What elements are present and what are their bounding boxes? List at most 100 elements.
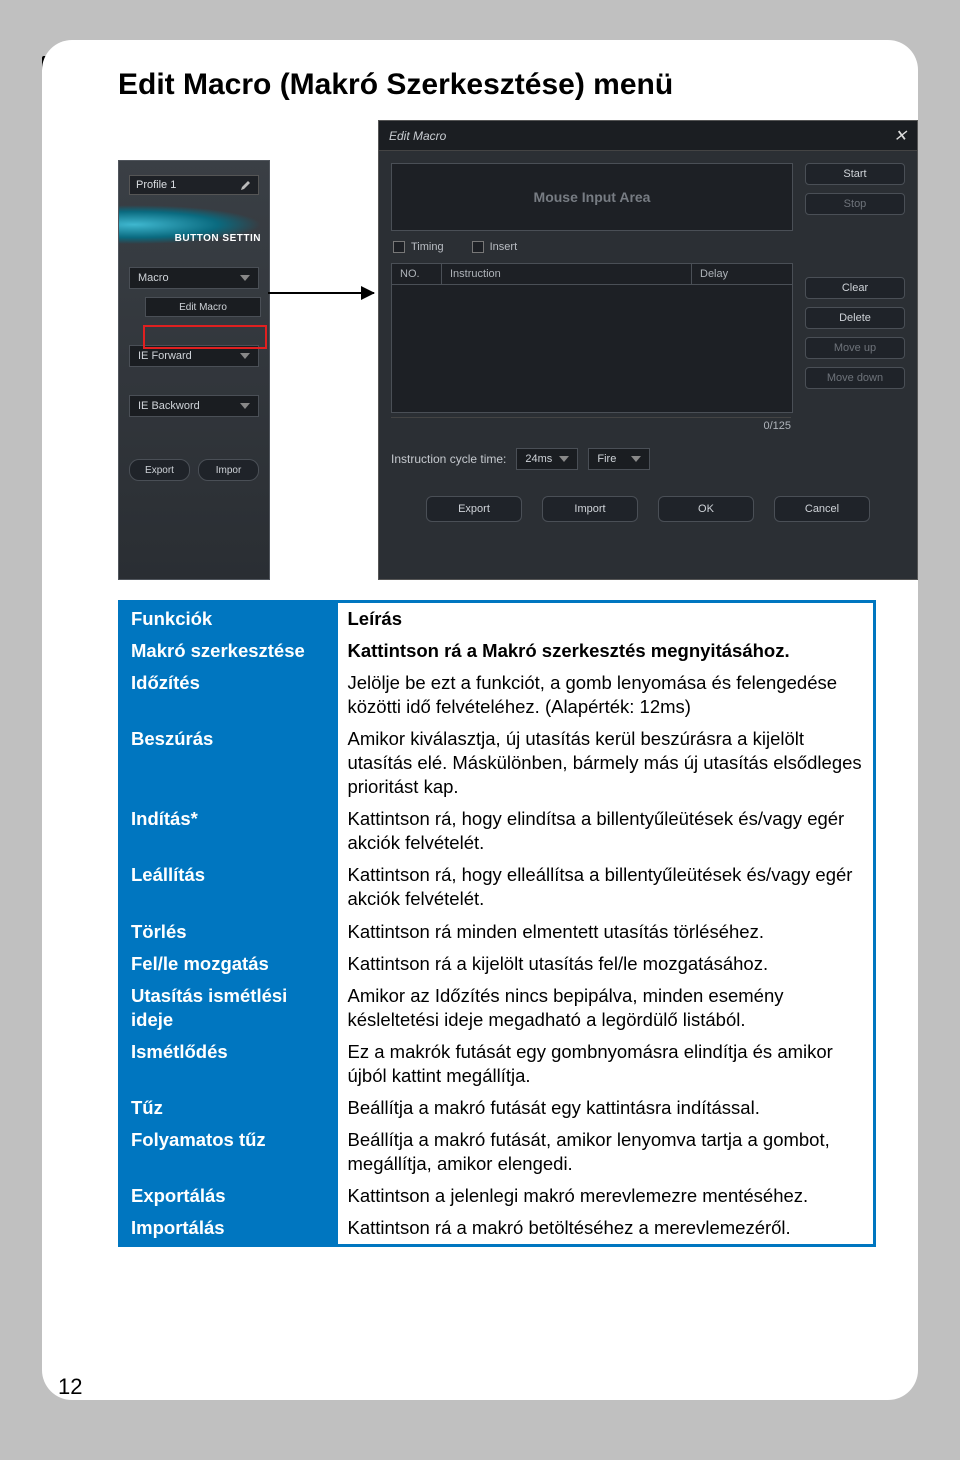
cycle-time-label: Instruction cycle time:	[391, 452, 506, 466]
table-row: Folyamatos tűzBeállítja a makró futását,…	[120, 1124, 875, 1180]
desc-cell: Jelölje be ezt a funkciót, a gomb lenyom…	[338, 667, 875, 723]
chevron-down-icon	[559, 456, 569, 462]
stop-button[interactable]: Stop	[805, 193, 905, 215]
func-cell: Tűz	[120, 1092, 338, 1124]
close-icon[interactable]: ✕	[894, 126, 907, 146]
table-row: TörlésKattintson rá minden elmentett uta…	[120, 916, 875, 948]
ie-forward-label: IE Forward	[138, 350, 192, 362]
desc-cell: Ez a makrók futását egy gombnyomásra eli…	[338, 1036, 875, 1092]
button-setting-banner: BUTTON SETTIN	[119, 203, 269, 257]
edit-macro-dialog: Edit Macro ✕ Mouse Input Area Timing Ins…	[378, 120, 918, 580]
col-delay: Delay	[692, 264, 792, 284]
profile-selector[interactable]: Profile 1	[129, 175, 259, 195]
desc-cell: Kattintson rá a kijelölt utasítás fel/le…	[338, 948, 875, 980]
dialog-title: Edit Macro	[389, 129, 446, 143]
header-func: Funkciók	[120, 602, 338, 636]
func-cell: Leállítás	[120, 859, 338, 915]
table-row: Makró szerkesztéseKattintson rá a Makró …	[120, 635, 875, 667]
func-cell: Fel/le mozgatás	[120, 948, 338, 980]
arrow-indicator	[268, 292, 374, 294]
instruction-grid: NO. Instruction Delay	[391, 263, 793, 413]
banner-label: BUTTON SETTIN	[175, 233, 261, 244]
func-cell: Exportálás	[120, 1180, 338, 1212]
table-row: IdőzítésJelölje be ezt a funkciót, a gom…	[120, 667, 875, 723]
func-cell: Törlés	[120, 916, 338, 948]
dialog-titlebar: Edit Macro ✕	[379, 121, 917, 151]
ie-backward-dropdown[interactable]: IE Backword	[129, 395, 259, 417]
edit-macro-button[interactable]: Edit Macro	[145, 297, 261, 317]
macro-label: Macro	[138, 272, 169, 284]
insert-checkbox[interactable]: Insert	[472, 241, 518, 253]
export-button-left[interactable]: Export	[129, 459, 190, 481]
desc-cell: Beállítja a makró futását egy kattintásr…	[338, 1092, 875, 1124]
start-button[interactable]: Start	[805, 163, 905, 185]
page-frame: Edit Macro (Makró Szerkesztése) menü Pro…	[42, 40, 918, 1400]
table-row: IsmétlődésEz a makrók futását egy gombny…	[120, 1036, 875, 1092]
page-number: 12	[58, 1374, 82, 1400]
desc-cell: Kattintson rá minden elmentett utasítás …	[338, 916, 875, 948]
grid-header: NO. Instruction Delay	[392, 264, 792, 285]
move-down-button[interactable]: Move down	[805, 367, 905, 389]
edit-icon[interactable]	[240, 179, 252, 191]
screenshot-area: Profile 1 BUTTON SETTIN Macro Edit Macro…	[118, 120, 918, 580]
desc-cell: Kattintson rá a Makró szerkesztés megnyi…	[338, 635, 875, 667]
table-row: LeállításKattintson rá, hogy elleállítsa…	[120, 859, 875, 915]
mouse-input-area[interactable]: Mouse Input Area	[391, 163, 793, 231]
table-row: Utasítás ismétlési idejeAmikor az Időzít…	[120, 980, 875, 1036]
checkbox-icon	[393, 241, 405, 253]
instruction-counter: 0/125	[391, 417, 791, 432]
import-button[interactable]: Import	[542, 496, 638, 522]
clear-button[interactable]: Clear	[805, 277, 905, 299]
table-row: Indítás*Kattintson rá, hogy elindítsa a …	[120, 803, 875, 859]
cycle-time-value: 24ms	[525, 453, 552, 465]
edit-macro-label: Edit Macro	[179, 302, 227, 313]
chevron-down-icon	[631, 456, 641, 462]
settings-panel: Profile 1 BUTTON SETTIN Macro Edit Macro…	[118, 160, 270, 580]
insert-label: Insert	[490, 241, 518, 253]
export-button[interactable]: Export	[426, 496, 522, 522]
timing-label: Timing	[411, 241, 444, 253]
col-no: NO.	[392, 264, 442, 284]
table-header-row: Funkciók Leírás	[120, 602, 875, 636]
cycle-time-select[interactable]: 24ms	[516, 448, 578, 470]
func-cell: Időzítés	[120, 667, 338, 723]
desc-cell: Kattintson rá, hogy elleállítsa a billen…	[338, 859, 875, 915]
func-cell: Beszúrás	[120, 723, 338, 803]
func-cell: Indítás*	[120, 803, 338, 859]
cycle-mode-select[interactable]: Fire	[588, 448, 650, 470]
timing-checkbox[interactable]: Timing	[393, 241, 444, 253]
grid-body[interactable]	[392, 285, 792, 412]
macro-dropdown[interactable]: Macro	[129, 267, 259, 289]
move-up-button[interactable]: Move up	[805, 337, 905, 359]
import-button-left[interactable]: Impor	[198, 459, 259, 481]
ok-button[interactable]: OK	[658, 496, 754, 522]
functions-table: Funkciók Leírás Makró szerkesztéseKattin…	[118, 600, 876, 1247]
func-cell: Ismétlődés	[120, 1036, 338, 1092]
desc-cell: Amikor kiválasztja, új utasítás kerül be…	[338, 723, 875, 803]
header-desc: Leírás	[338, 602, 875, 636]
cycle-mode-value: Fire	[597, 453, 616, 465]
checkbox-icon	[472, 241, 484, 253]
cancel-button[interactable]: Cancel	[774, 496, 870, 522]
table-row: ExportálásKattintson a jelenlegi makró m…	[120, 1180, 875, 1212]
delete-button[interactable]: Delete	[805, 307, 905, 329]
chevron-down-icon	[240, 403, 250, 409]
page-title: Edit Macro (Makró Szerkesztése) menü	[118, 68, 896, 102]
desc-cell: Beállítja a makró futását, amikor lenyom…	[338, 1124, 875, 1180]
func-cell: Folyamatos tűz	[120, 1124, 338, 1180]
desc-cell: Amikor az Időzítés nincs bepipálva, mind…	[338, 980, 875, 1036]
chevron-down-icon	[240, 353, 250, 359]
profile-label: Profile 1	[136, 179, 176, 191]
ie-backward-label: IE Backword	[138, 400, 200, 412]
desc-cell: Kattintson rá a makró betöltéséhez a mer…	[338, 1212, 875, 1246]
table-row: ImportálásKattintson rá a makró betöltés…	[120, 1212, 875, 1246]
col-instruction: Instruction	[442, 264, 692, 284]
desc-cell: Kattintson rá, hogy elindítsa a billenty…	[338, 803, 875, 859]
table-row: Fel/le mozgatásKattintson rá a kijelölt …	[120, 948, 875, 980]
ie-forward-dropdown[interactable]: IE Forward	[129, 345, 259, 367]
func-cell: Makró szerkesztése	[120, 635, 338, 667]
chevron-down-icon	[240, 275, 250, 281]
table-row: BeszúrásAmikor kiválasztja, új utasítás …	[120, 723, 875, 803]
desc-cell: Kattintson a jelenlegi makró merevlemezr…	[338, 1180, 875, 1212]
table-row: TűzBeállítja a makró futását egy kattint…	[120, 1092, 875, 1124]
